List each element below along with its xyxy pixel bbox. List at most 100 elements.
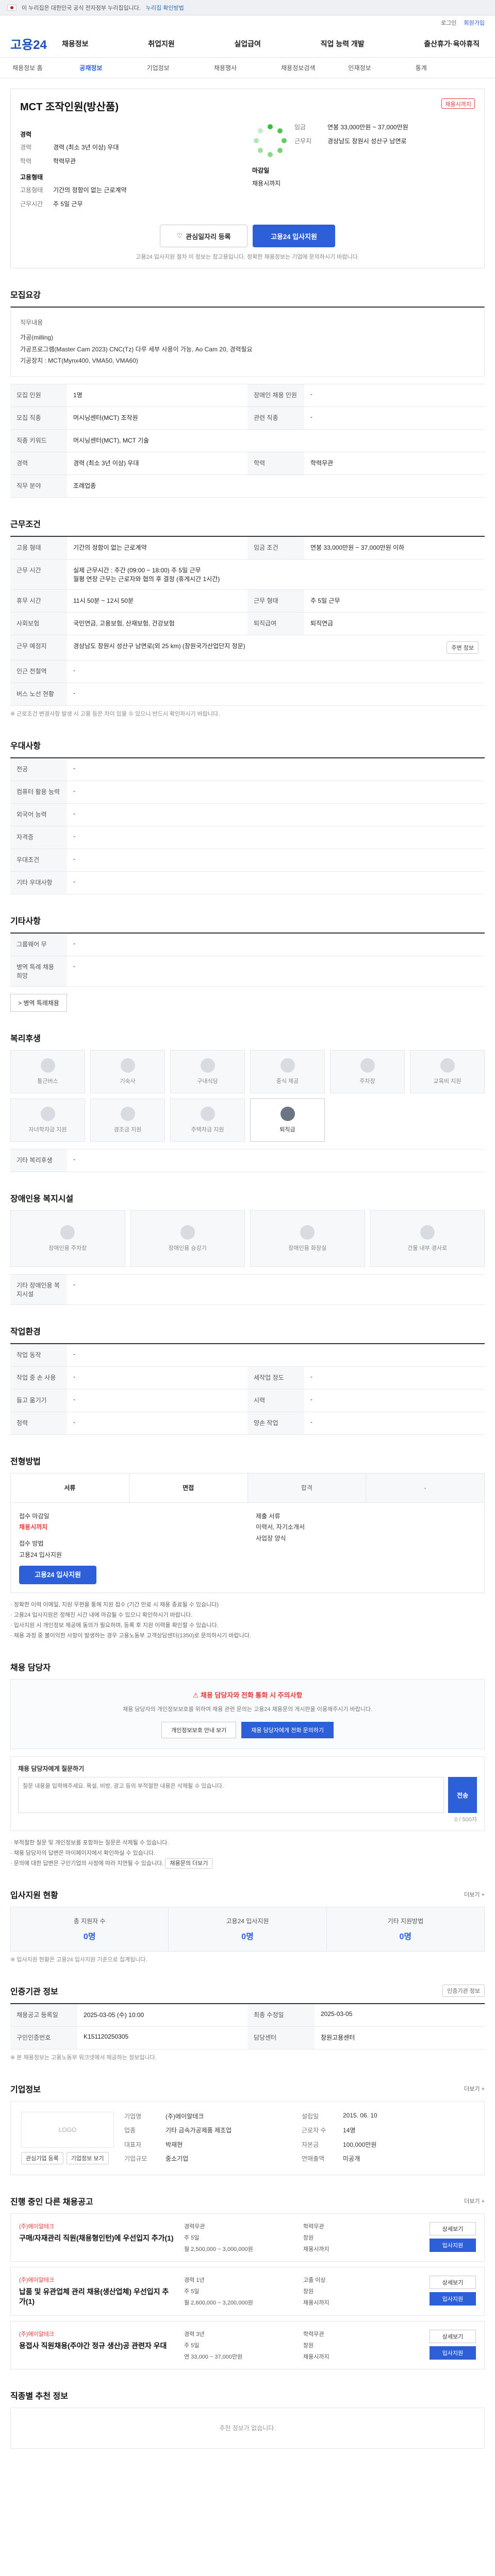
docs-label: 제출 서류 bbox=[256, 1512, 280, 1520]
apply-deadline-value: 채용시까지 bbox=[19, 1523, 48, 1531]
contact-warning-title: ⚠ 채용 담당자와 전화 통화 시 주의사항 bbox=[21, 1690, 474, 1700]
disabled-grid: 장애인용 주차장 장애인용 승강기 장애인용 화장실 건물 내부 경사로 bbox=[10, 1210, 485, 1267]
table-row: 작업 동작 - bbox=[10, 1344, 485, 1367]
gnb-item[interactable]: 채용정보 bbox=[62, 39, 89, 49]
table-row: 컴퓨터 활용 능력 - bbox=[10, 781, 485, 804]
section-title: 작업환경 bbox=[10, 1327, 41, 1336]
welfare-label: 퇴직금 bbox=[279, 1126, 295, 1133]
section-recommend: 직종별 추천 정보 추천 정보가 없습니다. bbox=[10, 2389, 485, 2449]
related-view-button[interactable]: 상세보기 bbox=[430, 2275, 476, 2289]
gnb-item[interactable]: 취업지원 bbox=[148, 39, 175, 49]
company-detail-button[interactable]: 기업정보 보기 bbox=[66, 2151, 109, 2164]
qa-more-button[interactable]: 채용문의 더보기 bbox=[165, 1858, 213, 1869]
company-value: 14명 bbox=[343, 2127, 356, 2134]
summary-career: 경력 경력 (최소 3년 이상) 우대 bbox=[20, 143, 247, 151]
row-value: 경력 (최소 3년 이상) 우대 bbox=[73, 460, 139, 467]
apply-button[interactable]: 고용24 입사지원 bbox=[253, 225, 335, 247]
join-link[interactable]: 회원가입 bbox=[464, 19, 485, 27]
info-button[interactable]: 인증기관 정보 bbox=[442, 1985, 485, 1997]
related-job[interactable]: (주)에이알테크 구매/자재관리 직원(채용형인턴)에 우선입지 추가(1) 경력… bbox=[10, 2213, 485, 2262]
section-header: 인증기관 정보 인증기관 정보 bbox=[10, 1985, 485, 1997]
section-etc: 기타사항 그룹웨어 무- 병역 특례 채용 희망 - > 병역 특례채용 bbox=[10, 914, 485, 1012]
related-apply-button[interactable]: 입사지원 bbox=[430, 2346, 476, 2360]
bus-icon bbox=[40, 1058, 55, 1073]
welfare-item: 경조금 지원 bbox=[90, 1098, 165, 1142]
section-recruit: 모집요강 직무내용 가공(milling) 가공프로그램(Master Cam … bbox=[10, 288, 485, 498]
table-row: 그룹웨어 무- bbox=[10, 933, 485, 956]
nearby-info-button[interactable]: 주변 정보 bbox=[447, 641, 478, 654]
lnb-item[interactable]: 기업정보 bbox=[147, 63, 214, 72]
related-view-button[interactable]: 상세보기 bbox=[430, 2329, 476, 2343]
related-job[interactable]: (주)에이알테크 납품 및 유관업체 관리 채용(생산업체) 우선입지 추가(1)… bbox=[10, 2266, 485, 2316]
site-logo[interactable]: 고용24 bbox=[10, 35, 62, 53]
company-key: 설립일 bbox=[302, 2112, 319, 2120]
row-value: 창원고용센터 bbox=[321, 2034, 355, 2042]
related-apply-button[interactable]: 입사지원 bbox=[430, 2292, 476, 2306]
row-value: - bbox=[73, 877, 75, 885]
disabled-item: 장애인용 승강기 bbox=[130, 1210, 245, 1267]
scrap-button[interactable]: ♡ 관심일자리 등록 bbox=[160, 225, 248, 247]
note-line: · 채용 과정 중 불이익한 사항이 발생하는 경우 고용노동부 고객상담센터(… bbox=[10, 1632, 251, 1639]
company-scrap-button[interactable]: 관심기업 등록 bbox=[21, 2151, 63, 2164]
row-key: 병역 특례 채용 희망 bbox=[10, 956, 67, 986]
related-actions: 상세보기입사지원 bbox=[419, 2222, 476, 2253]
related-apply-button[interactable]: 입사지원 bbox=[430, 2238, 476, 2252]
meta-pay: 월 2,600,000 ~ 3,200,000원 bbox=[184, 2300, 253, 2307]
section-title: 장애인용 복지시설 bbox=[10, 1194, 74, 1204]
label-type: 고용형태 bbox=[20, 174, 43, 181]
lnb-item[interactable]: 채용정보 홈 bbox=[12, 63, 79, 72]
info-footnote: ※ 본 채용정보는 고용노동부 워크넷에서 제공하는 정보입니다. bbox=[10, 2055, 157, 2061]
related-title[interactable]: 구매/자재관리 직원(채용형인턴)에 우선입지 추가(1) bbox=[19, 2233, 174, 2244]
related-job-left: (주)에이알테크 용접사 직원채용(주야간 정규 생산)공 관련자 우대 bbox=[19, 2330, 174, 2361]
login-link[interactable]: 로그인 bbox=[441, 19, 456, 27]
process-apply-button[interactable]: 고용24 입사지원 bbox=[19, 1566, 96, 1585]
related-job[interactable]: (주)에이알테크 용접사 직원채용(주야간 정규 생산)공 관련자 우대 경력 3… bbox=[10, 2320, 485, 2369]
row-value: 퇴직연금 bbox=[310, 620, 334, 628]
company-value: 100,000만원 bbox=[343, 2141, 377, 2148]
summary-deadline: 채용시까지 bbox=[252, 179, 475, 188]
gnb-item[interactable]: 직업 능력 개발 bbox=[321, 39, 365, 49]
related-meta: 경력 3년 학력무관 주 5일 창원 연 33,000 ~ 37,000만원 채용시까지 bbox=[174, 2330, 419, 2361]
related-title[interactable]: 납품 및 유관업체 관리 채용(생산업체) 우선입지 추가(1) bbox=[19, 2287, 174, 2307]
hours-line: 월평 연장 근무는 근로자와 협의 후 결정 (휴게시간 1시간) bbox=[73, 575, 220, 583]
company-more-link[interactable]: 더보기 + bbox=[464, 2084, 485, 2093]
row-value: - bbox=[73, 764, 75, 772]
row-key: 채용공고 등록일 bbox=[10, 2004, 77, 2027]
row-key: 학력 bbox=[248, 452, 304, 475]
section-title: 기업정보 bbox=[10, 2085, 41, 2094]
lnb-item-active[interactable]: 공채정보 bbox=[79, 63, 146, 72]
table-row: 고용 형태 기간의 정함이 없는 근로계약 임금 조건 연봉 33,000만원 ~ 3… bbox=[10, 537, 485, 560]
label-hours: 근무시간 bbox=[20, 200, 43, 208]
company-key: 연매출액 bbox=[302, 2155, 325, 2163]
row-value: - bbox=[73, 689, 75, 697]
military-link[interactable]: > 병역 특례채용 bbox=[10, 993, 67, 1012]
table-row: 사회보험 국민연금, 고용보험, 산재보험, 건강보험 퇴직급여 퇴직연금 bbox=[10, 613, 485, 636]
lnb-item[interactable]: 통계 bbox=[416, 63, 483, 72]
lnb-item[interactable]: 채용행사 bbox=[214, 63, 281, 72]
related-more-link[interactable]: 더보기 + bbox=[464, 2197, 485, 2205]
value-type: 기간의 정함이 없는 근로계약 bbox=[53, 187, 127, 194]
lnb-item[interactable]: 채용정보검색 bbox=[281, 63, 348, 72]
process-step: - bbox=[366, 1473, 484, 1502]
disabled-item: 장애인용 주차장 bbox=[10, 1210, 125, 1267]
qa-input[interactable] bbox=[18, 1777, 444, 1814]
alert-icon: ⚠ bbox=[192, 1691, 201, 1700]
row-key: 사회보험 bbox=[10, 613, 67, 635]
gnb-item[interactable]: 실업급여 bbox=[234, 39, 261, 49]
dormitory-icon bbox=[120, 1058, 135, 1073]
gnb-item[interactable]: 출산휴가·육아휴직 bbox=[424, 39, 480, 49]
lnb-item[interactable]: 인재정보 bbox=[348, 63, 415, 72]
status-more-link[interactable]: 더보기 + bbox=[464, 1890, 485, 1899]
row-key: 근무 예정지 bbox=[10, 635, 67, 660]
gov-banner-link[interactable]: 누리집 확인방법 bbox=[146, 4, 184, 12]
phone-inquiry-button[interactable]: 채용 담당자에게 전화 문의하기 bbox=[241, 1722, 334, 1739]
company-value: 중소기업 bbox=[166, 2155, 189, 2163]
section-title: 기타사항 bbox=[10, 917, 41, 926]
qa-send-button[interactable]: 전송 bbox=[448, 1777, 477, 1814]
privacy-guide-button[interactable]: 개인정보보호 안내 보기 bbox=[161, 1722, 237, 1739]
meta-location: 창원 bbox=[303, 2234, 314, 2241]
related-view-button[interactable]: 상세보기 bbox=[430, 2222, 476, 2235]
related-title[interactable]: 용접사 직원채용(주야간 정규 생산)공 관련자 우대 bbox=[19, 2341, 174, 2351]
company-logo: LOGO bbox=[21, 2111, 114, 2148]
row-key: 직무 분야 bbox=[10, 475, 67, 498]
